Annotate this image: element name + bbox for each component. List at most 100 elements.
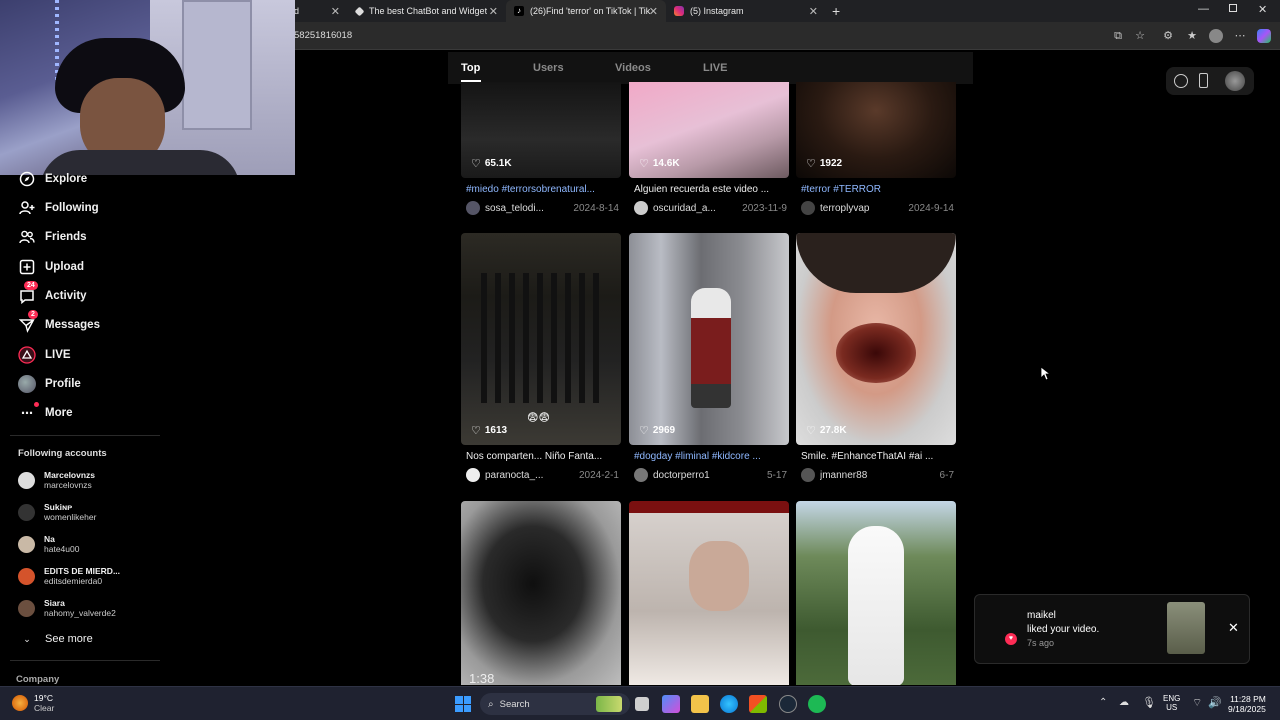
tab-tiktok[interactable]: ♪ (26)Find 'terror' on TikTok | TikTok ✕: [506, 0, 666, 22]
video-caption[interactable]: #miedo #terrorsobrenatural...: [466, 184, 618, 195]
tab-close-icon[interactable]: ✕: [331, 5, 340, 18]
video-thumbnail[interactable]: 1:38: [461, 501, 621, 685]
video-caption[interactable]: Smile. #EnhanceThatAI #ai ...: [801, 451, 953, 462]
copilot-app-icon[interactable]: [662, 695, 680, 713]
weather-widget[interactable]: 19°C Clear: [12, 693, 54, 713]
spotify-icon[interactable]: [808, 695, 826, 713]
tab-close-icon[interactable]: ✕: [649, 5, 658, 18]
like-notification[interactable]: ♥ maikel liked your video. 7s ago ✕: [974, 594, 1250, 664]
video-author[interactable]: paranocta_...: [485, 470, 573, 481]
video-thumbnail[interactable]: [629, 233, 789, 445]
sidebar-item-label: Friends: [45, 231, 87, 243]
video-thumbnail[interactable]: [796, 501, 956, 685]
chevron-up-icon[interactable]: ⌃: [1099, 697, 1107, 708]
clock[interactable]: 11:28 PM 9/18/2025: [1228, 694, 1266, 714]
close-icon[interactable]: ✕: [1228, 620, 1239, 636]
sidebar-item-profile[interactable]: Profile: [18, 374, 81, 394]
costume-figure: [691, 288, 731, 408]
following-account[interactable]: Marcelovnzs marcelovnzs: [18, 467, 95, 493]
video-author[interactable]: terroplyvap: [820, 203, 902, 214]
company-link[interactable]: Company: [16, 674, 59, 685]
video-author[interactable]: oscuridad_a...: [653, 203, 736, 214]
see-more-label: See more: [45, 633, 93, 645]
language-indicator[interactable]: ENG US: [1163, 694, 1180, 712]
windows-start-icon[interactable]: [455, 696, 471, 712]
steam-icon[interactable]: [779, 695, 797, 713]
sidebar-item-activity[interactable]: 24 Activity: [18, 281, 87, 306]
sidebar-item-explore[interactable]: Explore: [18, 169, 87, 189]
split-screen-icon[interactable]: ⧉: [1111, 29, 1125, 43]
tab-chatbot[interactable]: The best ChatBot and Widgets fo ✕: [348, 0, 506, 22]
compass-small-icon[interactable]: [1174, 74, 1188, 88]
sidebar-item-more[interactable]: ⋯ More: [18, 402, 72, 423]
avatar[interactable]: [466, 201, 480, 215]
tab-instagram[interactable]: (5) Instagram ✕: [666, 0, 826, 22]
tab-close-icon[interactable]: ✕: [809, 5, 818, 18]
tab-users[interactable]: Users: [533, 62, 564, 74]
avatar[interactable]: [801, 468, 815, 482]
video-duration: 1:38: [469, 671, 495, 685]
avatar[interactable]: [466, 468, 480, 482]
favorite-star-icon[interactable]: ☆: [1133, 29, 1147, 43]
tab-videos[interactable]: Videos: [615, 62, 651, 74]
notification-user[interactable]: maikel: [1027, 610, 1056, 621]
tab-partial[interactable]: d ✕: [286, 0, 348, 22]
sidebar-item-following[interactable]: Following: [18, 198, 99, 218]
minimize-icon[interactable]: —: [1198, 3, 1209, 15]
tab-top[interactable]: Top: [461, 62, 480, 74]
video-caption[interactable]: Alguien recuerda este video ...: [634, 184, 786, 195]
sidebar-item-friends[interactable]: Friends: [18, 227, 87, 247]
avatar[interactable]: [801, 201, 815, 215]
device-icon[interactable]: [1199, 73, 1208, 88]
close-window-icon[interactable]: ✕: [1258, 3, 1267, 16]
heart-icon: ♡: [639, 158, 649, 170]
video-author[interactable]: sosa_telodi...: [485, 203, 567, 214]
following-account[interactable]: Na hate4u00: [18, 531, 79, 557]
avatar: [18, 471, 35, 489]
video-thumbnail[interactable]: [796, 233, 956, 445]
maximize-icon[interactable]: [1229, 4, 1237, 12]
video-author[interactable]: doctorperro1: [653, 470, 761, 481]
url-field[interactable]: 58251816018: [294, 30, 352, 41]
video-author[interactable]: jmanner88: [820, 470, 934, 481]
avatar[interactable]: [634, 201, 648, 215]
sidebar-item-label: LIVE: [45, 349, 71, 361]
video-thumbnail[interactable]: [629, 501, 789, 685]
sidebar-item-messages[interactable]: 2 Messages: [18, 310, 100, 335]
new-tab-button[interactable]: +: [832, 3, 840, 19]
user-avatar[interactable]: [1225, 71, 1245, 91]
account-name: Sukiɴᴘ: [44, 502, 73, 512]
favorites-icon[interactable]: ★: [1185, 29, 1199, 43]
wifi-icon[interactable]: ⌔: [1192, 696, 1202, 710]
weather-desc: Clear: [34, 703, 55, 713]
file-explorer-icon[interactable]: [691, 695, 709, 713]
search-result-tabs: Top Users Videos LIVE: [448, 52, 973, 84]
notification-thumbnail[interactable]: [1167, 602, 1205, 654]
taskbar-search[interactable]: ⌕ Search: [480, 693, 630, 715]
volume-icon[interactable]: 🔊: [1208, 696, 1222, 709]
video-thumbnail[interactable]: 😨😨: [461, 233, 621, 445]
following-account[interactable]: Siara nahomy_valverde2: [18, 595, 116, 621]
following-account[interactable]: EDITS DE MIERD... editsdemierda0: [18, 563, 120, 589]
store-icon[interactable]: [749, 695, 767, 713]
avatar[interactable]: [634, 468, 648, 482]
extensions-icon[interactable]: ⚙: [1161, 29, 1175, 43]
edge-icon[interactable]: [720, 695, 738, 713]
sidebar-item-upload[interactable]: Upload: [18, 257, 84, 277]
microphone-icon[interactable]: 🎙: [1142, 696, 1156, 709]
copilot-icon[interactable]: [1257, 29, 1271, 43]
sidebar-item-live[interactable]: LIVE: [18, 345, 71, 365]
video-caption[interactable]: #terror #TERROR: [801, 184, 953, 195]
profile-avatar-icon[interactable]: [1209, 29, 1223, 43]
tab-close-icon[interactable]: ✕: [489, 5, 498, 18]
chatbot-tab-icon: [354, 6, 365, 16]
menu-dots-icon[interactable]: ⋯: [1233, 29, 1247, 43]
video-caption[interactable]: Nos comparten... Niño Fanta...: [466, 451, 618, 462]
see-more-button[interactable]: ⌄ See more: [18, 629, 93, 649]
tab-live[interactable]: LIVE: [703, 62, 727, 74]
task-view-icon[interactable]: [635, 697, 649, 711]
video-date: 6-7: [939, 469, 954, 481]
following-account[interactable]: Sukiɴᴘ womenlikeher: [18, 499, 96, 525]
video-caption[interactable]: #dogday #liminal #kidcore ...: [634, 451, 786, 462]
onedrive-icon[interactable]: ☁: [1119, 697, 1129, 708]
